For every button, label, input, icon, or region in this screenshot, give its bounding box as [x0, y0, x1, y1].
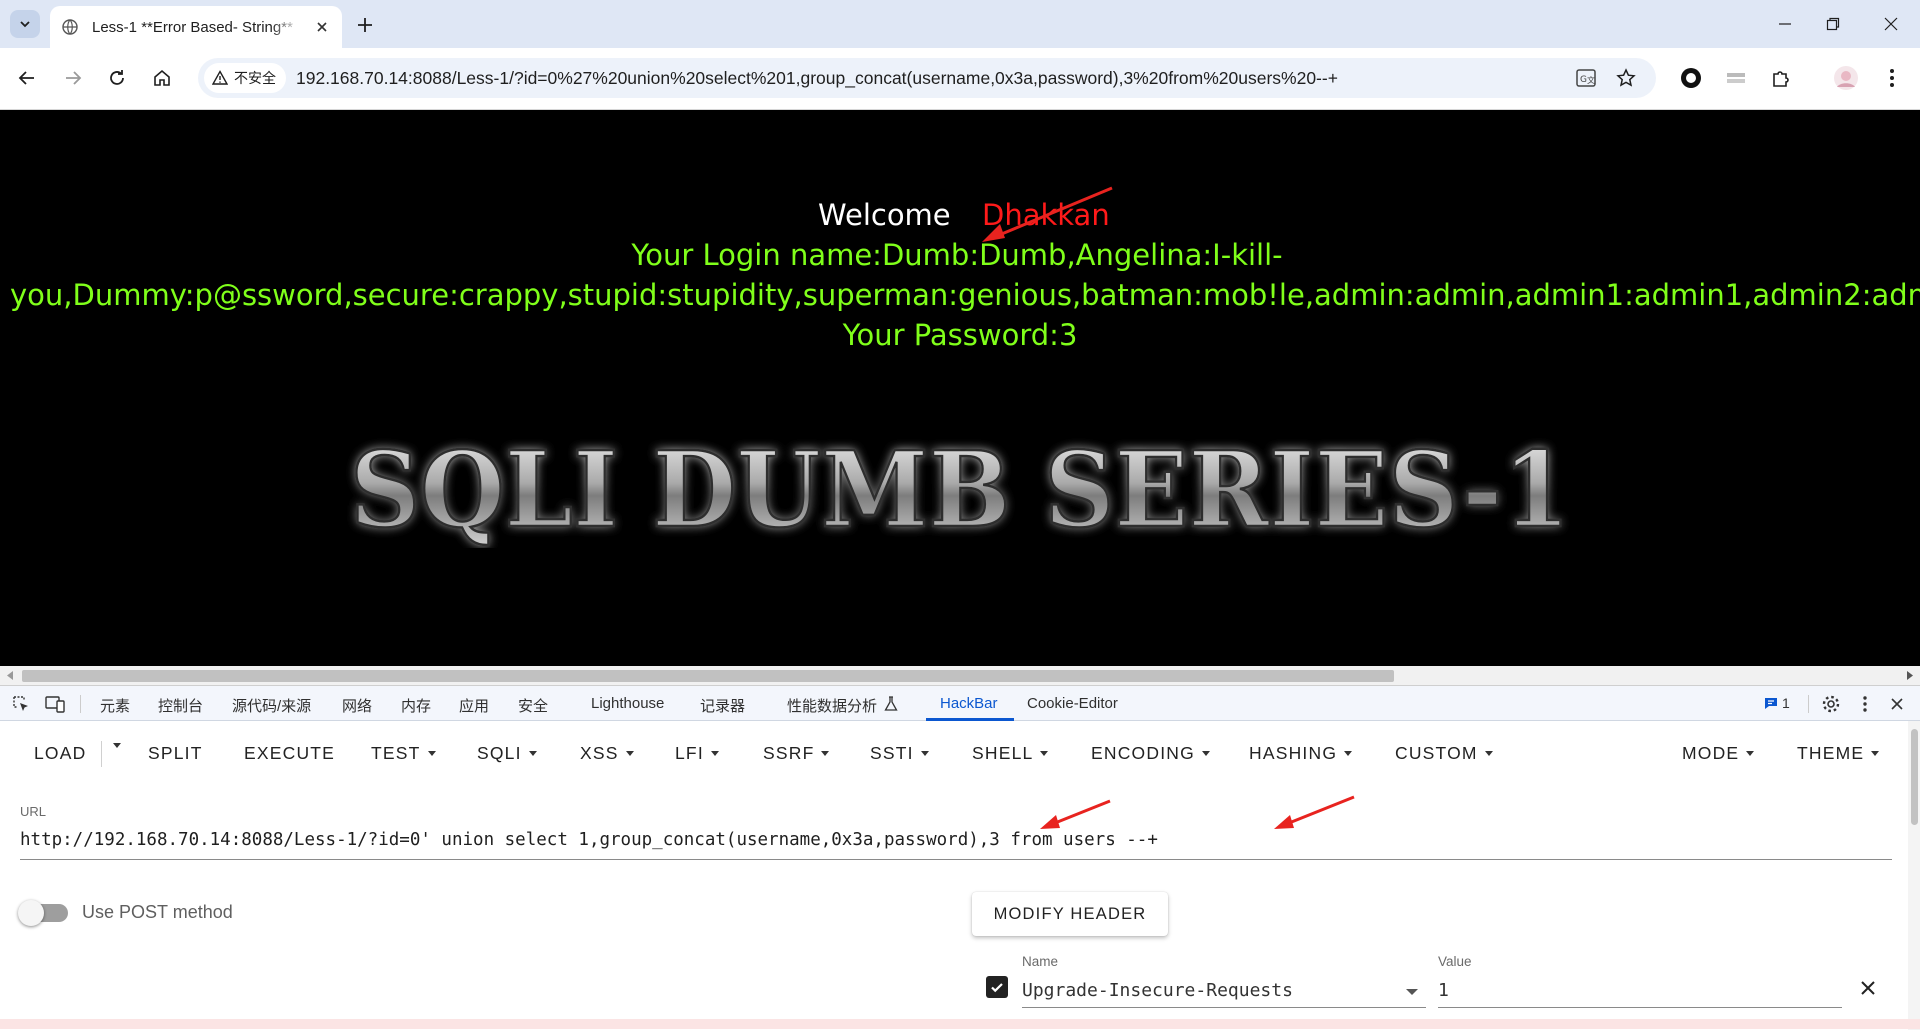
reload-icon — [110, 70, 124, 85]
arrow-right-icon — [66, 71, 82, 85]
annotation-arrow — [982, 186, 1113, 242]
scroll-left-icon — [7, 671, 13, 680]
puzzle-icon — [1773, 71, 1789, 87]
svg-text:文: 文 — [1587, 75, 1595, 85]
globe-icon — [62, 19, 78, 35]
translate-button[interactable]: G文 — [1574, 66, 1598, 90]
annotation-arrowhead — [1274, 815, 1294, 829]
minimize-button[interactable] — [1762, 8, 1808, 40]
avatar — [1834, 66, 1858, 90]
restore-button[interactable] — [1810, 8, 1856, 40]
star-icon — [1616, 68, 1636, 87]
security-indicator[interactable]: 不安全 — [204, 63, 286, 93]
plus-icon — [358, 18, 372, 32]
close-icon — [317, 22, 327, 32]
translate-icon: G文 — [1576, 69, 1596, 87]
tab-strip: Less-1 **Error Based- String** — [0, 0, 1920, 48]
tab-title: Less-1 **Error Based- String** — [92, 18, 293, 36]
browser-menu-button[interactable] — [1878, 64, 1906, 92]
page-viewport: Welcome Dhakkan Your Login name:Dumb:Dum… — [0, 110, 1920, 666]
tab-search-button[interactable] — [10, 10, 40, 38]
profile-button[interactable] — [1832, 64, 1860, 92]
more-vertical-icon — [1890, 69, 1894, 87]
browser-toolbar: 不安全 192.168.70.14:8088/Less-1/?id=0%27%2… — [0, 48, 1920, 110]
forward-button[interactable] — [58, 63, 88, 93]
record-icon — [1681, 68, 1701, 88]
bottom-strip — [0, 1019, 1920, 1029]
restore-icon — [1826, 17, 1840, 31]
minimize-icon — [1779, 23, 1791, 25]
bookmark-button[interactable] — [1614, 66, 1638, 90]
annotation-arrows — [1040, 795, 1355, 829]
extension-icon — [1727, 73, 1745, 83]
close-icon — [1884, 17, 1898, 31]
warning-icon — [212, 70, 228, 85]
extension-button[interactable] — [1722, 64, 1750, 92]
new-tab-button[interactable] — [352, 12, 378, 38]
home-button[interactable] — [147, 63, 177, 93]
arrow-left-icon — [18, 71, 34, 85]
annotation-arrowhead — [1040, 815, 1060, 829]
extension-record-button[interactable] — [1677, 64, 1705, 92]
devtools-panel: 元素 控制台 源代码/来源 网络 内存 应用 安全 Lighthouse 记录器… — [0, 685, 1920, 1030]
back-button[interactable] — [12, 63, 42, 93]
security-label: 不安全 — [234, 70, 276, 86]
tab-close-button[interactable] — [312, 17, 332, 37]
horizontal-scrollbar[interactable] — [0, 666, 1920, 685]
window-close-button[interactable] — [1868, 8, 1914, 40]
address-text[interactable]: 192.168.70.14:8088/Less-1/?id=0%27%20uni… — [296, 68, 1338, 89]
reload-button[interactable] — [102, 63, 132, 93]
chevron-down-icon — [20, 21, 30, 28]
annotation-arrow — [1049, 799, 1111, 827]
extensions-menu-button[interactable] — [1767, 64, 1795, 92]
horizontal-scroll-thumb[interactable] — [22, 670, 1394, 682]
browser-tab-active[interactable]: Less-1 **Error Based- String** — [50, 6, 342, 48]
svg-text:G: G — [1580, 75, 1587, 85]
address-bar[interactable]: 不安全 192.168.70.14:8088/Less-1/?id=0%27%2… — [198, 58, 1656, 98]
scroll-right-icon — [1907, 671, 1913, 680]
home-icon — [154, 69, 170, 86]
annotation-arrow — [1283, 795, 1355, 827]
